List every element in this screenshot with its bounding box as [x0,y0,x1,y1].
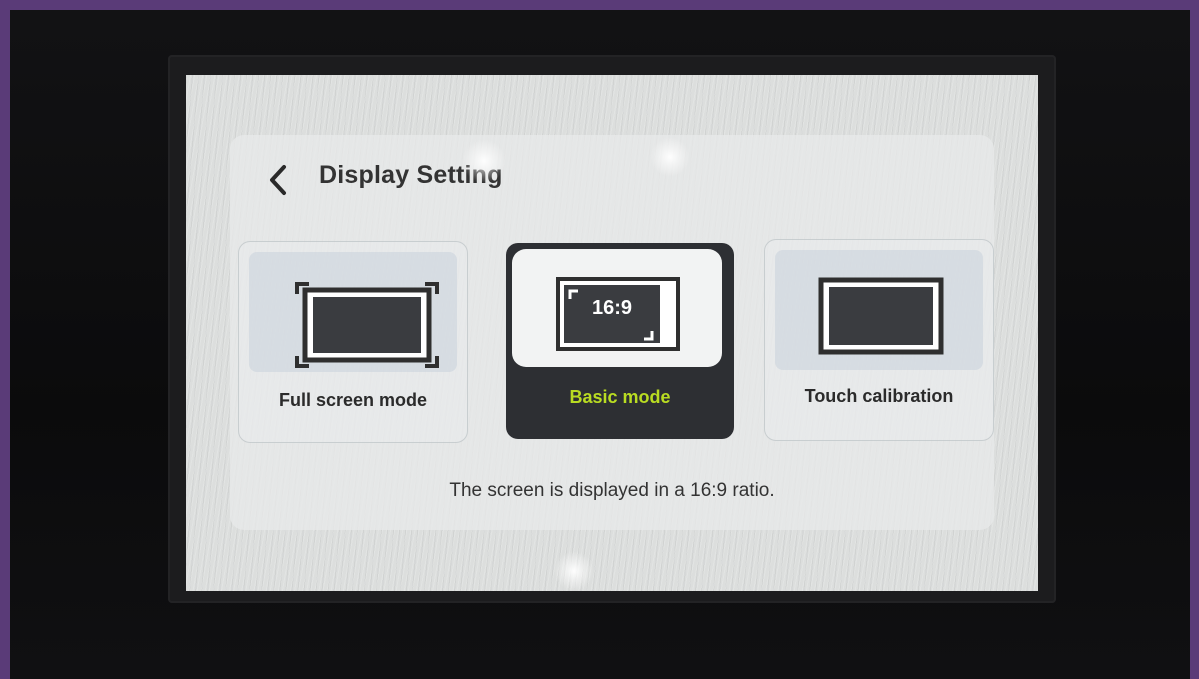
touch-calibration-option[interactable]: Touch calibration [764,239,994,441]
option-thumbnail [249,252,457,372]
option-thumbnail: 16:9 [512,249,722,367]
light-glare [554,551,594,591]
full-screen-mode-option[interactable]: Full screen mode [238,241,468,443]
fullscreen-frame-icon [295,282,439,368]
mode-description: The screen is displayed in a 16:9 ratio. [449,480,775,501]
light-glare [462,139,506,183]
basic-mode-label: Basic mode [569,387,671,407]
option-thumbnail [775,250,983,370]
ratio-label: 16:9 [591,297,633,319]
light-glare [650,137,690,177]
touch-calibration-icon [818,277,944,355]
back-button[interactable] [264,163,294,197]
touch-calibration-label: Touch calibration [804,386,954,406]
full-screen-mode-label: Full screen mode [278,390,428,410]
basic-mode-option[interactable]: 16:9 Basic mode [506,243,734,439]
touch-screen: Display Setting Full screen mode 16:9 Ba… [186,75,1038,591]
chevron-left-icon [270,165,286,195]
